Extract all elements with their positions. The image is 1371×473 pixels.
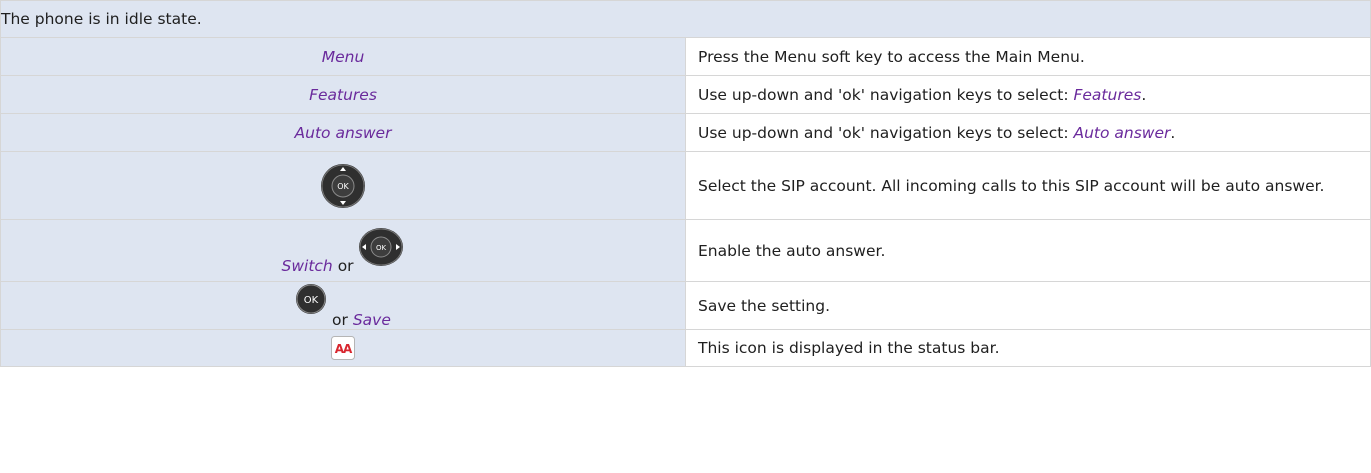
features-label: Features: [309, 85, 377, 104]
procedure-table: The phone is in idle state. Menu Press t…: [0, 0, 1371, 367]
header-row: The phone is in idle state.: [0, 0, 1371, 38]
table-row: Auto answer Use up-down and 'ok' navigat…: [0, 113, 1371, 152]
step-description: Enable the auto answer.: [685, 219, 1371, 282]
table-row: AA This icon is displayed in the status …: [0, 329, 1371, 367]
ok-button-icon: OK: [295, 283, 332, 329]
description-keyword: Auto answer: [1073, 123, 1171, 142]
step-description: Use up-down and 'ok' navigation keys to …: [685, 75, 1371, 114]
ok-navigation-leftright-icon: OK: [358, 227, 404, 275]
header-cell: The phone is in idle state.: [0, 0, 1371, 38]
step-description: Press the Menu soft key to access the Ma…: [685, 37, 1371, 76]
description-suffix: .: [1170, 123, 1176, 142]
save-softkey-label: Save: [352, 310, 391, 329]
ok-key-text: OK: [304, 295, 319, 306]
table-row: Menu Press the Menu soft key to access t…: [0, 37, 1371, 76]
step-key-cell: OK: [0, 151, 686, 220]
step-description: Select the SIP account. All incoming cal…: [685, 151, 1371, 220]
ok-key-text: OK: [337, 182, 349, 191]
step-key-cell: Switch or OK: [0, 219, 686, 282]
ok-navigation-updown-icon: OK: [320, 163, 366, 208]
description-text: Use up-down and 'ok' navigation keys to …: [698, 123, 1074, 142]
step-description: Save the setting.: [685, 281, 1371, 330]
menu-softkey-label: Menu: [321, 47, 365, 66]
description-keyword: Features: [1073, 85, 1142, 104]
description-suffix: .: [1141, 85, 1147, 104]
step-key-cell: Features: [0, 75, 686, 114]
table-row: OK Select the SIP account. All incoming …: [0, 151, 1371, 220]
ok-key-text: OK: [376, 244, 387, 252]
status-icon-letters: AA: [335, 342, 353, 356]
or-text: or: [332, 310, 348, 329]
step-description: Use up-down and 'ok' navigation keys to …: [685, 113, 1371, 152]
or-text: or: [337, 256, 354, 275]
step-description: This icon is displayed in the status bar…: [685, 329, 1371, 367]
description-text: Use up-down and 'ok' navigation keys to …: [698, 85, 1074, 104]
step-key-cell: Auto answer: [0, 113, 686, 152]
step-key-cell: AA: [0, 329, 686, 367]
table-row: Switch or OK Enable the auto answer.: [0, 219, 1371, 282]
step-key-cell: OK or Save: [0, 281, 686, 330]
table-row: OK or Save Save the setting.: [0, 281, 1371, 330]
step-key-cell: Menu: [0, 37, 686, 76]
auto-answer-status-icon: AA: [331, 336, 355, 360]
table-row: Features Use up-down and 'ok' navigation…: [0, 75, 1371, 114]
auto-answer-label: Auto answer: [294, 123, 392, 142]
switch-softkey-label: Switch: [281, 256, 333, 275]
